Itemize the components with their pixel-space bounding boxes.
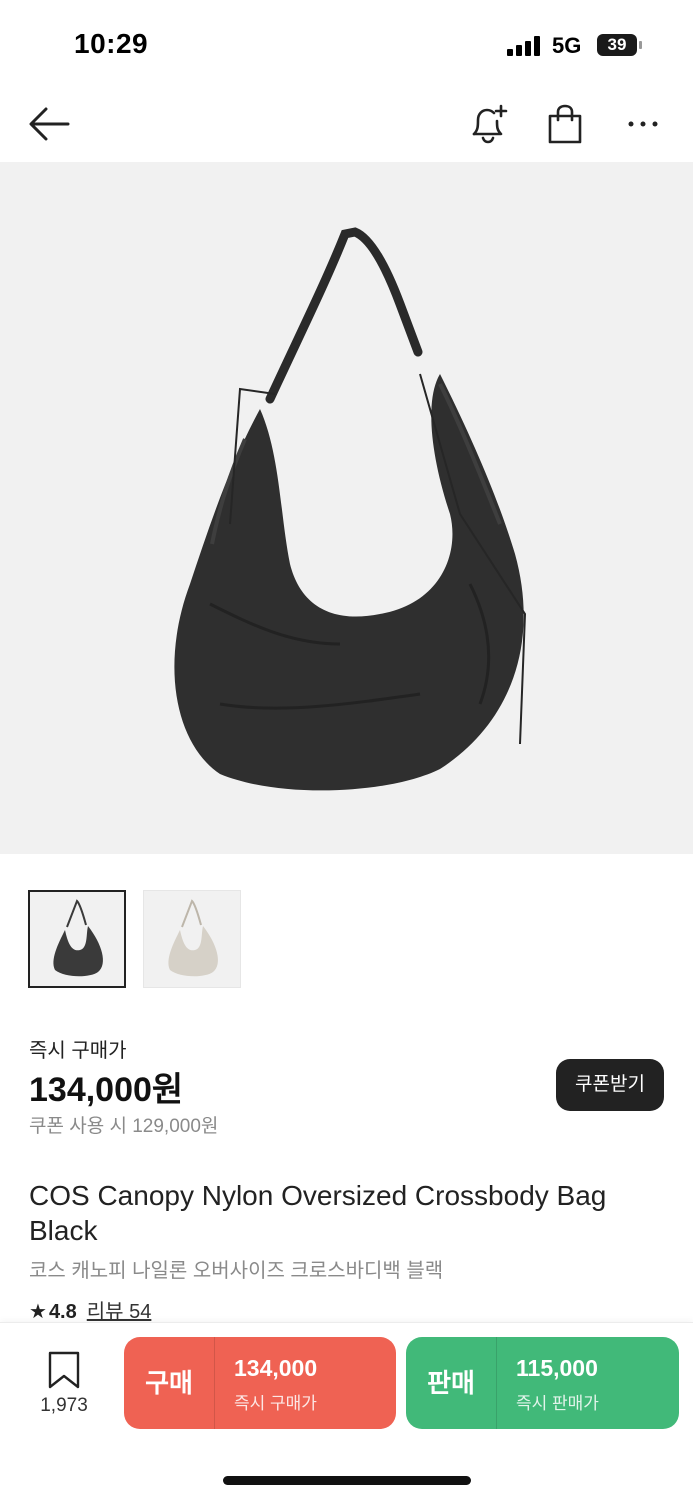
buy-button[interactable]: 구매 134,000 즉시 구매가 bbox=[124, 1337, 396, 1429]
top-nav bbox=[0, 90, 693, 162]
sell-label: 판매 bbox=[406, 1337, 497, 1429]
sell-button[interactable]: 판매 115,000 즉시 판매가 bbox=[406, 1337, 679, 1429]
status-time: 10:29 bbox=[74, 28, 149, 59]
sell-amount: 115,000 bbox=[516, 1355, 598, 1381]
thumbnail-black[interactable] bbox=[28, 890, 126, 988]
product-subtitle: 코스 캐노피 나일론 오버사이즈 크로스바디백 블랙 bbox=[29, 1260, 444, 1282]
bookmark-icon bbox=[48, 1351, 80, 1389]
sell-sub: 즉시 판매가 bbox=[516, 1394, 599, 1413]
coupon-price: 쿠폰 사용 시 129,000원 bbox=[29, 1116, 219, 1137]
thumbnail-beige[interactable] bbox=[143, 890, 241, 988]
arrow-left-icon[interactable] bbox=[28, 106, 70, 142]
buy-now-label: 즉시 구매가 bbox=[29, 1040, 127, 1062]
product-image[interactable] bbox=[0, 162, 693, 854]
buy-amount: 134,000 bbox=[234, 1355, 318, 1381]
home-indicator bbox=[223, 1476, 471, 1485]
rating-row: ★ 4.8 리뷰 54 bbox=[29, 1295, 151, 1324]
bag-illustration bbox=[174, 227, 527, 791]
product-title: COS Canopy Nylon Oversized Crossbody Bag… bbox=[29, 1180, 607, 1246]
review-link[interactable]: 리뷰 54 bbox=[87, 1301, 152, 1323]
bookmark-count: 1,973 bbox=[40, 1395, 88, 1416]
get-coupon-button[interactable]: 쿠폰받기 bbox=[556, 1059, 664, 1111]
bell-plus-icon[interactable] bbox=[466, 102, 510, 146]
rating-score: 4.8 bbox=[48, 1301, 77, 1323]
battery-icon: 39 bbox=[597, 34, 637, 56]
signal-icon bbox=[507, 36, 540, 56]
bottom-action-bar: 1,973 구매 134,000 즉시 구매가 판매 115,000 즉시 판매… bbox=[0, 1322, 693, 1501]
more-horizontal-icon[interactable] bbox=[625, 106, 661, 142]
bag-thumbnail-black bbox=[53, 899, 103, 977]
bag-thumbnail-beige bbox=[168, 899, 218, 977]
buy-label: 구매 bbox=[124, 1337, 215, 1429]
star-icon: ★ bbox=[29, 1301, 47, 1323]
battery-cap bbox=[639, 41, 642, 49]
buy-sub: 즉시 구매가 bbox=[234, 1394, 317, 1413]
status-bar: 10:29 5G 39 bbox=[0, 0, 693, 90]
product-price: 134,000원 bbox=[29, 1071, 184, 1109]
network-type: 5G bbox=[552, 33, 582, 58]
shopping-bag-icon[interactable] bbox=[545, 102, 585, 146]
bookmark-button[interactable]: 1,973 bbox=[28, 1351, 100, 1417]
